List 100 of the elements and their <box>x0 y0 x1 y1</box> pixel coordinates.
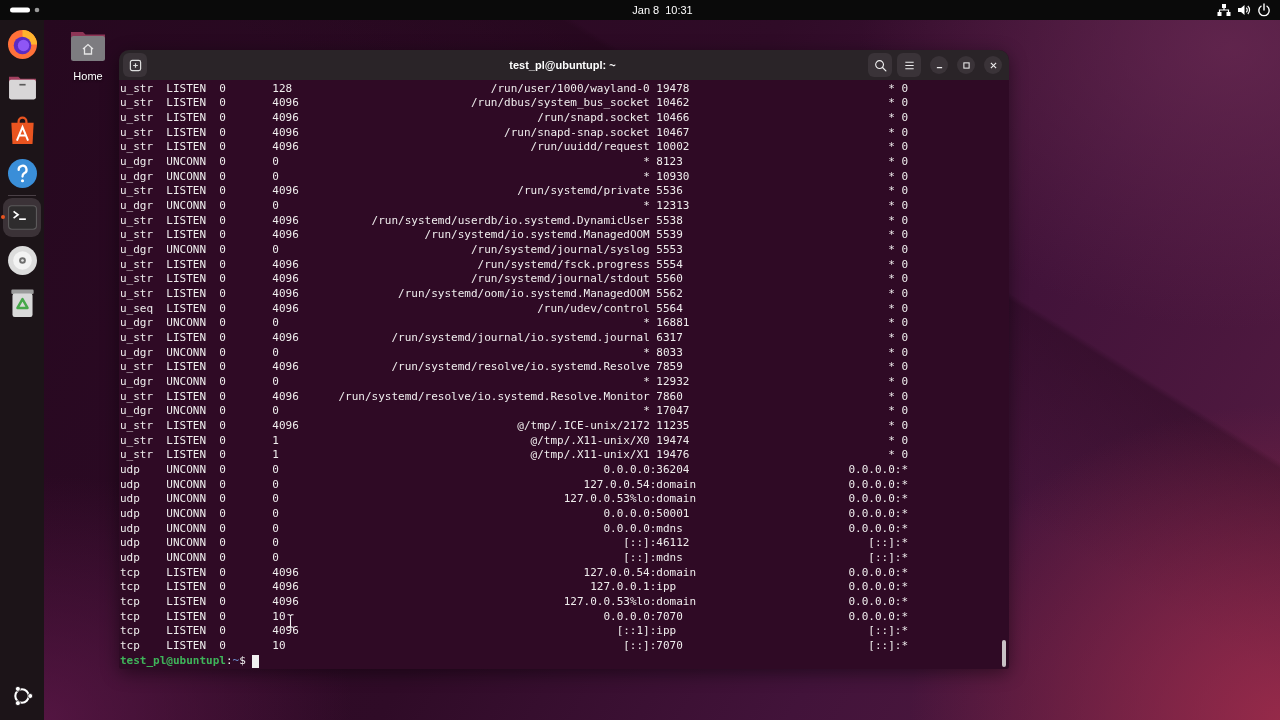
recv-queue-text: 0 <box>219 404 226 419</box>
local-address-text: [::] <box>623 536 650 551</box>
block-cursor-icon <box>252 654 260 668</box>
local-address-text: /run/systemd/journal/stdout <box>470 272 650 287</box>
prompt-symbol: $ <box>239 653 246 669</box>
terminal-launcher[interactable] <box>3 197 41 237</box>
prompt-colon: : <box>225 653 233 669</box>
peer-address-text: * 0 <box>888 272 908 287</box>
local-port-text: 19474 <box>656 433 690 449</box>
close-button[interactable] <box>984 56 1002 74</box>
send-queue-text: 4096 <box>272 301 299 317</box>
recv-queue-text: 0 <box>219 330 226 346</box>
send-queue-text: 4096 <box>272 140 299 155</box>
state-text: LISTEN <box>166 125 207 141</box>
state-text: LISTEN <box>166 389 207 405</box>
netid-text: u_str <box>120 360 154 375</box>
peer-address-text: * 0 <box>888 242 908 258</box>
workspace-indicator-icon[interactable] <box>10 7 40 13</box>
peer-address-text: * 0 <box>888 154 908 170</box>
recv-queue-text: 0 <box>219 595 226 610</box>
local-port-text: 7859 <box>656 360 683 375</box>
local-port-text: 10466 <box>656 110 690 126</box>
recv-queue-text: 0 <box>219 154 226 170</box>
local-port-text: :46112 <box>649 536 690 551</box>
volume-icon[interactable] <box>1237 3 1251 17</box>
window-title: test_pl@ubuntupl: ~ <box>509 59 616 71</box>
ring-of-dots-icon <box>11 685 33 707</box>
peer-address-text: * 0 <box>888 374 908 390</box>
send-queue-text: 0 <box>272 169 279 185</box>
local-address-text: 127.0.0.53%lo <box>563 595 650 610</box>
state-text: LISTEN <box>166 96 207 111</box>
home-folder-shortcut[interactable]: Home <box>62 28 114 83</box>
local-port-text: 5536 <box>656 184 683 199</box>
netid-text: u_str <box>120 110 154 126</box>
recv-queue-text: 0 <box>219 462 226 478</box>
local-port-text: :domain <box>649 595 697 610</box>
state-text: LISTEN <box>166 257 207 273</box>
send-queue-text: 4096 <box>272 125 299 141</box>
state-text: LISTEN <box>166 624 207 640</box>
maximize-button[interactable] <box>957 56 975 74</box>
state-text: LISTEN <box>166 184 207 199</box>
local-port-text: :mdns <box>649 551 683 566</box>
peer-address-text: * 0 <box>888 213 908 229</box>
browser-icon <box>7 29 37 59</box>
search-button[interactable] <box>868 53 892 77</box>
local-address-text: 127.0.0.1 <box>590 580 650 596</box>
netid-text: udp <box>120 492 140 507</box>
local-port-text: :mdns <box>649 521 683 537</box>
power-icon[interactable] <box>1257 3 1271 17</box>
new-tab-button[interactable] <box>123 53 147 77</box>
send-queue-text: 4096 <box>272 213 299 229</box>
recv-queue-text: 0 <box>219 551 226 566</box>
peer-address-text: 0.0.0.0:* <box>848 477 908 493</box>
state-text: UNCONN <box>166 477 207 493</box>
local-port-text: 7860 <box>656 389 683 405</box>
local-address-text: 0.0.0.0 <box>603 462 650 478</box>
local-address-text: /run/systemd/resolve/io.systemd.Resolve.Monitor <box>338 389 650 405</box>
peer-address-text: * 0 <box>888 301 908 317</box>
local-port-text: 8033 <box>656 345 683 361</box>
recv-queue-text: 0 <box>219 492 226 507</box>
local-address-text: /run/systemd/oom/io.systemd.ManagedOOM <box>398 286 650 302</box>
recv-queue-text: 0 <box>219 272 226 287</box>
scrollbar-thumb[interactable] <box>1002 640 1006 667</box>
peer-address-text: 0.0.0.0:* <box>848 521 908 537</box>
state-text: LISTEN <box>166 286 207 302</box>
send-queue-text: 0 <box>272 507 279 522</box>
local-address-text: /run/systemd/resolve/io.systemd.Resolve <box>391 360 650 375</box>
local-port-text: 10467 <box>656 125 690 141</box>
local-port-text: 5564 <box>656 301 683 317</box>
local-port-text: 19476 <box>656 448 690 463</box>
prompt-user-host: test_pl@ubuntupl <box>120 653 226 669</box>
local-port-text: :domain <box>649 492 697 507</box>
local-port-text: :domain <box>649 477 697 493</box>
recv-queue-text: 0 <box>219 609 226 625</box>
prompt-path: ~ <box>232 653 240 669</box>
minimize-button[interactable] <box>930 56 948 74</box>
recv-queue-text: 0 <box>219 507 226 522</box>
state-text: UNCONN <box>166 242 207 258</box>
send-queue-text: 0 <box>272 345 279 361</box>
local-port-text: 5538 <box>656 213 683 229</box>
state-text: UNCONN <box>166 154 207 170</box>
local-address-text: * <box>643 198 650 214</box>
recv-queue-text: 0 <box>219 125 226 141</box>
recv-queue-text: 0 <box>219 624 226 640</box>
local-port-text: 12932 <box>656 374 690 390</box>
recv-queue-text: 0 <box>219 345 226 361</box>
netid-text: u_dgr <box>120 169 154 185</box>
netid-text: u_str <box>120 184 154 199</box>
send-queue-text: 4096 <box>272 184 299 199</box>
local-port-text: 17047 <box>656 404 690 419</box>
clock-time[interactable]: 10:31 <box>665 4 693 16</box>
network-icon[interactable] <box>1217 3 1231 17</box>
send-queue-text: 0 <box>272 198 279 214</box>
recv-queue-text: 0 <box>219 81 226 97</box>
clock-date[interactable]: Jan 8 <box>632 4 660 16</box>
peer-address-text: * 0 <box>888 448 908 463</box>
menu-button[interactable] <box>897 53 921 77</box>
peer-address-text: * 0 <box>888 389 908 405</box>
recv-queue-text: 0 <box>219 521 226 537</box>
state-text: UNCONN <box>166 521 207 537</box>
